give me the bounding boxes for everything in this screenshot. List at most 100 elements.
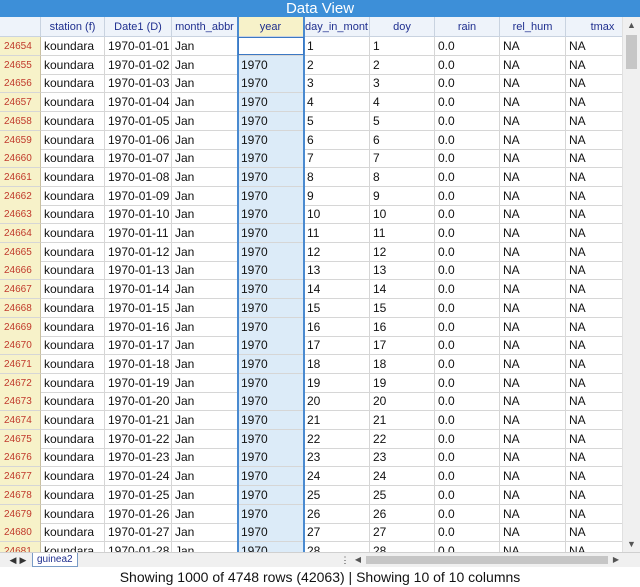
- cell-rain[interactable]: 0.0: [435, 93, 500, 113]
- cell-doy[interactable]: 4: [370, 93, 435, 113]
- cell-station[interactable]: koundara: [41, 336, 105, 356]
- cell-date1[interactable]: 1970-01-22: [105, 429, 172, 449]
- table-row[interactable]: 24674 koundara 1970-01-21 Jan 1970 21 21 0.0 NA N…: [0, 411, 622, 430]
- cell-date1[interactable]: 1970-01-02: [105, 55, 172, 75]
- cell-tmax[interactable]: NA: [566, 56, 622, 75]
- vertical-scrollbar[interactable]: ▲ ▼: [622, 17, 640, 552]
- row-number[interactable]: 24677: [0, 467, 41, 487]
- cell-year[interactable]: 1970: [238, 429, 304, 449]
- column-header-doy[interactable]: doy: [370, 17, 435, 37]
- cell-rel-hum[interactable]: NA: [500, 111, 566, 131]
- cell-doy[interactable]: 28: [370, 541, 435, 552]
- cell-year[interactable]: 1970: [238, 467, 304, 487]
- cell-doy[interactable]: 16: [370, 317, 435, 337]
- row-number[interactable]: 24666: [0, 261, 41, 281]
- row-number[interactable]: 24675: [0, 429, 41, 449]
- cell-year[interactable]: 1970: [238, 523, 304, 543]
- cell-tmax[interactable]: NA: [566, 93, 622, 113]
- cell-station[interactable]: koundara: [41, 55, 105, 75]
- cell-rel-hum[interactable]: NA: [500, 467, 566, 487]
- cell-date1[interactable]: 1970-01-23: [105, 448, 172, 468]
- row-number[interactable]: 24658: [0, 111, 41, 131]
- cell-date1[interactable]: 1970-01-07: [105, 149, 172, 169]
- cell-doy[interactable]: 11: [370, 224, 435, 243]
- cell-rel-hum[interactable]: NA: [500, 541, 566, 552]
- sheet-tab-guinea2[interactable]: guinea2: [32, 553, 78, 567]
- cell-station[interactable]: koundara: [41, 523, 105, 543]
- horizontal-scrollbar[interactable]: ◀ ▶: [352, 553, 622, 567]
- cell-date1[interactable]: 1970-01-14: [105, 280, 172, 300]
- cell-date1[interactable]: 1970-01-09: [105, 186, 172, 206]
- cell-rain[interactable]: 0.0: [435, 74, 500, 94]
- cell-day-in-month[interactable]: 27: [304, 523, 370, 543]
- cell-station[interactable]: koundara: [41, 242, 105, 262]
- scroll-right-arrow-icon[interactable]: ▶: [610, 553, 622, 567]
- cell-year[interactable]: 1970: [238, 167, 304, 187]
- cell-doy[interactable]: 27: [370, 523, 435, 543]
- cell-station[interactable]: koundara: [41, 186, 105, 206]
- cell-day-in-month[interactable]: 19: [304, 373, 370, 393]
- cell-month-abbr[interactable]: Jan: [172, 130, 238, 150]
- table-row[interactable]: 24657 koundara 1970-01-04 Jan 1970 4 4 0.0 NA NA: [0, 93, 622, 113]
- cell-month-abbr[interactable]: Jan: [172, 37, 238, 56]
- cell-month-abbr[interactable]: Jan: [172, 167, 238, 187]
- cell-year[interactable]: 1970: [238, 93, 304, 113]
- cell-rel-hum[interactable]: NA: [500, 411, 566, 430]
- cell-year[interactable]: 1970: [238, 317, 304, 337]
- cell-month-abbr[interactable]: Jan: [172, 205, 238, 225]
- row-number[interactable]: 24680: [0, 523, 41, 543]
- cell-doy[interactable]: 9: [370, 186, 435, 206]
- column-header-day-in-month[interactable]: day_in_mont: [304, 17, 370, 37]
- cell-date1[interactable]: 1970-01-08: [105, 167, 172, 187]
- cell-rain[interactable]: 0.0: [435, 429, 500, 449]
- row-number[interactable]: 24671: [0, 354, 41, 374]
- table-row[interactable]: 24666 koundara 1970-01-13 Jan 1970 13 13 0.0 NA N…: [0, 261, 622, 281]
- cell-rel-hum[interactable]: NA: [500, 485, 566, 505]
- column-header-tmax[interactable]: tmax: [566, 17, 622, 37]
- cell-date1[interactable]: 1970-01-11: [105, 224, 172, 243]
- cell-tmax[interactable]: NA: [566, 243, 622, 262]
- table-row[interactable]: 24654 koundara 1970-01-01 Jan 1970 1 1 0.0 NA NA: [0, 37, 622, 56]
- cell-month-abbr[interactable]: Jan: [172, 373, 238, 393]
- cell-year[interactable]: 1970: [238, 74, 304, 94]
- cell-station[interactable]: koundara: [41, 205, 105, 225]
- cell-date1[interactable]: 1970-01-18: [105, 354, 172, 374]
- cell-day-in-month[interactable]: 10: [304, 205, 370, 225]
- cell-date1[interactable]: 1970-01-25: [105, 485, 172, 505]
- cell-rain[interactable]: 0.0: [435, 523, 500, 543]
- cell-tmax[interactable]: NA: [566, 336, 622, 356]
- cell-day-in-month[interactable]: 21: [304, 411, 370, 430]
- vertical-scroll-thumb[interactable]: [626, 35, 637, 69]
- cell-day-in-month[interactable]: 16: [304, 317, 370, 337]
- cell-tmax[interactable]: NA: [566, 523, 622, 543]
- cell-year[interactable]: 1970: [238, 448, 304, 468]
- cell-day-in-month[interactable]: 11: [304, 224, 370, 243]
- table-row[interactable]: 24673 koundara 1970-01-20 Jan 1970 20 20 0.0 NA N…: [0, 392, 622, 412]
- table-row[interactable]: 24661 koundara 1970-01-08 Jan 1970 8 8 0.0 NA NA: [0, 167, 622, 187]
- cell-doy[interactable]: 8: [370, 167, 435, 187]
- cell-day-in-month[interactable]: 3: [304, 74, 370, 94]
- cell-month-abbr[interactable]: Jan: [172, 242, 238, 262]
- cell-tmax[interactable]: NA: [566, 374, 622, 393]
- cell-year[interactable]: 1970: [238, 55, 304, 75]
- cell-doy[interactable]: 25: [370, 485, 435, 505]
- cell-tmax[interactable]: NA: [566, 149, 622, 169]
- row-number[interactable]: 24668: [0, 298, 41, 318]
- cell-day-in-month[interactable]: 4: [304, 93, 370, 113]
- cell-rain[interactable]: 0.0: [435, 280, 500, 300]
- cell-year[interactable]: 1970: [238, 242, 304, 262]
- cell-month-abbr[interactable]: Jan: [172, 448, 238, 468]
- cell-month-abbr[interactable]: Jan: [172, 111, 238, 131]
- cell-month-abbr[interactable]: Jan: [172, 411, 238, 430]
- cell-doy[interactable]: 13: [370, 261, 435, 281]
- cell-year[interactable]: 1970: [238, 298, 304, 318]
- cell-rain[interactable]: 0.0: [435, 411, 500, 430]
- row-number[interactable]: 24663: [0, 205, 41, 225]
- cell-station[interactable]: koundara: [41, 467, 105, 487]
- cell-rel-hum[interactable]: NA: [500, 373, 566, 393]
- cell-tmax[interactable]: NA: [566, 318, 622, 337]
- data-grid[interactable]: station (f) Date1 (D) month_abbr year da…: [0, 17, 622, 552]
- cell-tmax[interactable]: NA: [566, 224, 622, 243]
- cell-tmax[interactable]: NA: [566, 187, 622, 206]
- cell-year[interactable]: 1970: [238, 504, 304, 524]
